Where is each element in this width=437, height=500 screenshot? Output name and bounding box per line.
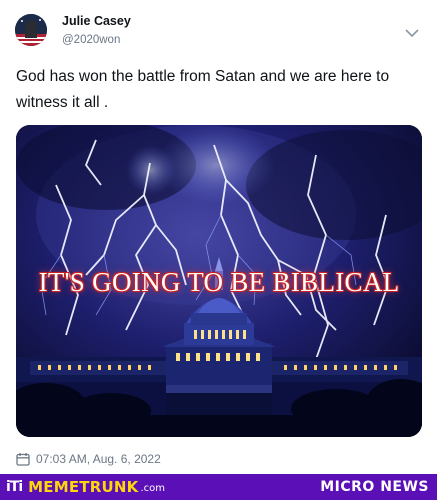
- calendar-icon: [16, 453, 30, 466]
- tweet-card: Julie Casey @2020won God has won the bat…: [0, 0, 437, 474]
- tweet-media[interactable]: IT'S GOING TO BE BIBLICAL: [16, 125, 422, 437]
- author-name[interactable]: Julie Casey: [62, 14, 131, 28]
- avatar-image: [15, 14, 47, 46]
- memetrunk-banner: iTi MEMETRUNK .com MICRO NEWS: [0, 474, 437, 500]
- section-label: MICRO NEWS: [320, 479, 429, 495]
- tweet-text: God has won the battle from Satan and we…: [16, 68, 390, 111]
- brand-tld: .com: [140, 483, 165, 494]
- avatar[interactable]: [15, 14, 47, 46]
- author-handle[interactable]: @2020won: [62, 34, 120, 46]
- image-caption: IT'S GOING TO BE BIBLICAL: [38, 267, 400, 297]
- memetrunk-brand[interactable]: iTi MEMETRUNK .com: [0, 478, 165, 496]
- brand-name: MEMETRUNK: [28, 478, 139, 496]
- tweet-timestamp: 07:03 AM, Aug. 6, 2022: [16, 452, 161, 466]
- memetrunk-logo-icon: iTi: [6, 479, 23, 495]
- chevron-down-icon[interactable]: [405, 28, 419, 38]
- timestamp-text: 07:03 AM, Aug. 6, 2022: [36, 452, 161, 466]
